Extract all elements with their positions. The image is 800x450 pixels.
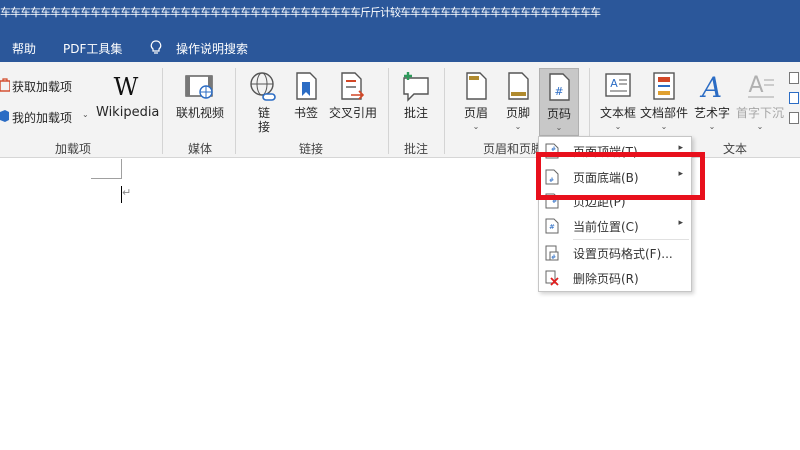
bookmark-button[interactable]: 书签 bbox=[286, 66, 326, 136]
bookmark-label: 书签 bbox=[293, 106, 318, 120]
chevron-down-icon: ⌄ bbox=[756, 122, 764, 131]
paragraph-mark: ↵ bbox=[122, 186, 132, 199]
store-icon bbox=[0, 78, 10, 92]
menu-item-remove-page-numbers[interactable]: 删除页码(R) bbox=[539, 266, 691, 290]
group-divider bbox=[162, 68, 163, 154]
comments-group-label: 批注 bbox=[403, 142, 429, 156]
svg-text:#: # bbox=[551, 254, 556, 261]
svg-text:A: A bbox=[610, 77, 618, 90]
wordart-button[interactable]: A 艺术字 ⌄ bbox=[690, 66, 734, 136]
chevron-down-icon: ⌄ bbox=[708, 122, 716, 131]
comment-button[interactable]: 批注 bbox=[394, 66, 438, 136]
my-addins-button[interactable]: 我的加载项 ⌄ bbox=[0, 107, 92, 127]
online-video-button[interactable]: 联机视频 bbox=[170, 66, 230, 136]
format-page-number-icon: # bbox=[545, 245, 559, 261]
quick-parts-icon bbox=[653, 72, 675, 100]
svg-text:#: # bbox=[554, 85, 563, 98]
highlight-box bbox=[536, 152, 705, 200]
wikipedia-icon: W bbox=[114, 74, 139, 98]
online-video-icon bbox=[185, 75, 213, 99]
group-divider bbox=[444, 68, 445, 154]
footer-label: 页脚 bbox=[505, 106, 530, 120]
text-group-label: 文本 bbox=[722, 142, 748, 156]
tab-pdf-tools[interactable]: PDF工具集 bbox=[63, 40, 122, 57]
my-addins-icon bbox=[0, 110, 9, 122]
document-title: 车车车车车车车车车车车车车车车车车车车车车车车车车车车车车车车车车车车车斤斤计较… bbox=[0, 6, 601, 19]
media-group-label: 媒体 bbox=[187, 142, 213, 156]
textbox-icon: A bbox=[605, 73, 631, 97]
cross-reference-icon bbox=[341, 72, 365, 100]
get-addins-label: 获取加载项 bbox=[12, 80, 73, 94]
margin-mark bbox=[121, 159, 122, 179]
chevron-down-icon: ⌄ bbox=[514, 122, 522, 131]
ribbon-overflow-icons bbox=[788, 70, 800, 130]
menu-item-label: 当前位置(C) bbox=[573, 220, 639, 234]
link-icon bbox=[250, 72, 276, 101]
chevron-down-icon: ⌄ bbox=[660, 122, 668, 131]
remove-page-number-icon bbox=[545, 270, 559, 286]
chevron-down-icon: ⌄ bbox=[614, 122, 622, 131]
menu-item-current-position[interactable]: # 当前位置(C) ▸ bbox=[539, 214, 691, 238]
chevron-down-icon: ⌄ bbox=[82, 110, 89, 119]
dropcap-icon: A bbox=[748, 73, 774, 98]
tab-help[interactable]: 帮助 bbox=[12, 40, 36, 57]
svg-text:W: W bbox=[114, 74, 139, 98]
header-button[interactable]: 页眉 ⌄ bbox=[456, 66, 496, 136]
wordart-icon: A bbox=[699, 71, 722, 102]
current-position-icon: # bbox=[545, 218, 559, 234]
online-video-label: 联机视频 bbox=[175, 106, 224, 120]
dropcap-button[interactable]: A 首字下沉 ⌄ bbox=[734, 66, 786, 136]
header-label: 页眉 bbox=[463, 106, 488, 120]
links-group-label: 链接 bbox=[298, 142, 324, 156]
bookmark-icon bbox=[296, 72, 317, 100]
get-addins-button[interactable]: 获取加载项 bbox=[0, 76, 90, 96]
footer-button[interactable]: 页脚 ⌄ bbox=[498, 66, 538, 136]
comment-icon bbox=[403, 72, 429, 102]
title-bar: 车车车车车车车车车车车车车车车车车车车车车车车车车车车车车车车车车车车车斤斤计较… bbox=[0, 0, 800, 32]
svg-text:#: # bbox=[549, 223, 555, 231]
comment-label: 批注 bbox=[403, 106, 428, 120]
menu-separator bbox=[573, 239, 689, 240]
footer-icon bbox=[508, 72, 529, 100]
quick-parts-button[interactable]: 文档部件 ⌄ bbox=[638, 66, 690, 136]
page-number-icon: # bbox=[549, 73, 570, 101]
menu-item-format-page-numbers[interactable]: # 设置页码格式(F)... bbox=[539, 241, 691, 265]
textbox-label: 文本框 bbox=[599, 106, 636, 120]
wordart-label: 艺术字 bbox=[693, 106, 730, 120]
margin-mark bbox=[91, 178, 122, 179]
page-number-button[interactable]: # 页码 ⌄ bbox=[539, 68, 579, 136]
wikipedia-button[interactable]: W Wikipedia bbox=[96, 66, 160, 136]
header-footer-group-label: 页眉和页脚 bbox=[482, 142, 544, 156]
my-addins-label: 我的加载项 bbox=[12, 111, 73, 125]
lightbulb-icon[interactable] bbox=[150, 40, 162, 55]
addins-group-label: 加载项 bbox=[54, 142, 92, 156]
header-icon bbox=[466, 72, 487, 100]
chevron-down-icon: ⌄ bbox=[555, 123, 563, 132]
svg-text:A: A bbox=[699, 71, 722, 102]
menu-item-label: 设置页码格式(F)... bbox=[573, 247, 673, 261]
menu-bar: 帮助 PDF工具集 操作说明搜索 bbox=[0, 32, 800, 62]
svg-text:A: A bbox=[748, 73, 763, 98]
tell-me-search[interactable]: 操作说明搜索 bbox=[176, 40, 248, 57]
menu-item-label: 删除页码(R) bbox=[573, 272, 639, 286]
link-label-line2: 接 bbox=[257, 120, 270, 134]
submenu-arrow-icon: ▸ bbox=[678, 218, 683, 228]
textbox-button[interactable]: A 文本框 ⌄ bbox=[596, 66, 640, 136]
cross-reference-button[interactable]: 交叉引用 bbox=[326, 66, 380, 136]
page-number-label: 页码 bbox=[546, 107, 571, 121]
dropcap-label: 首字下沉 bbox=[735, 106, 784, 120]
chevron-down-icon: ⌄ bbox=[472, 122, 480, 131]
group-divider bbox=[235, 68, 236, 154]
link-label-line1: 链 bbox=[257, 106, 270, 120]
wikipedia-label: Wikipedia bbox=[96, 105, 160, 120]
link-button[interactable]: 链 接 bbox=[242, 66, 286, 136]
group-divider bbox=[388, 68, 389, 154]
cross-reference-label: 交叉引用 bbox=[328, 106, 377, 120]
quick-parts-label: 文档部件 bbox=[639, 106, 688, 120]
